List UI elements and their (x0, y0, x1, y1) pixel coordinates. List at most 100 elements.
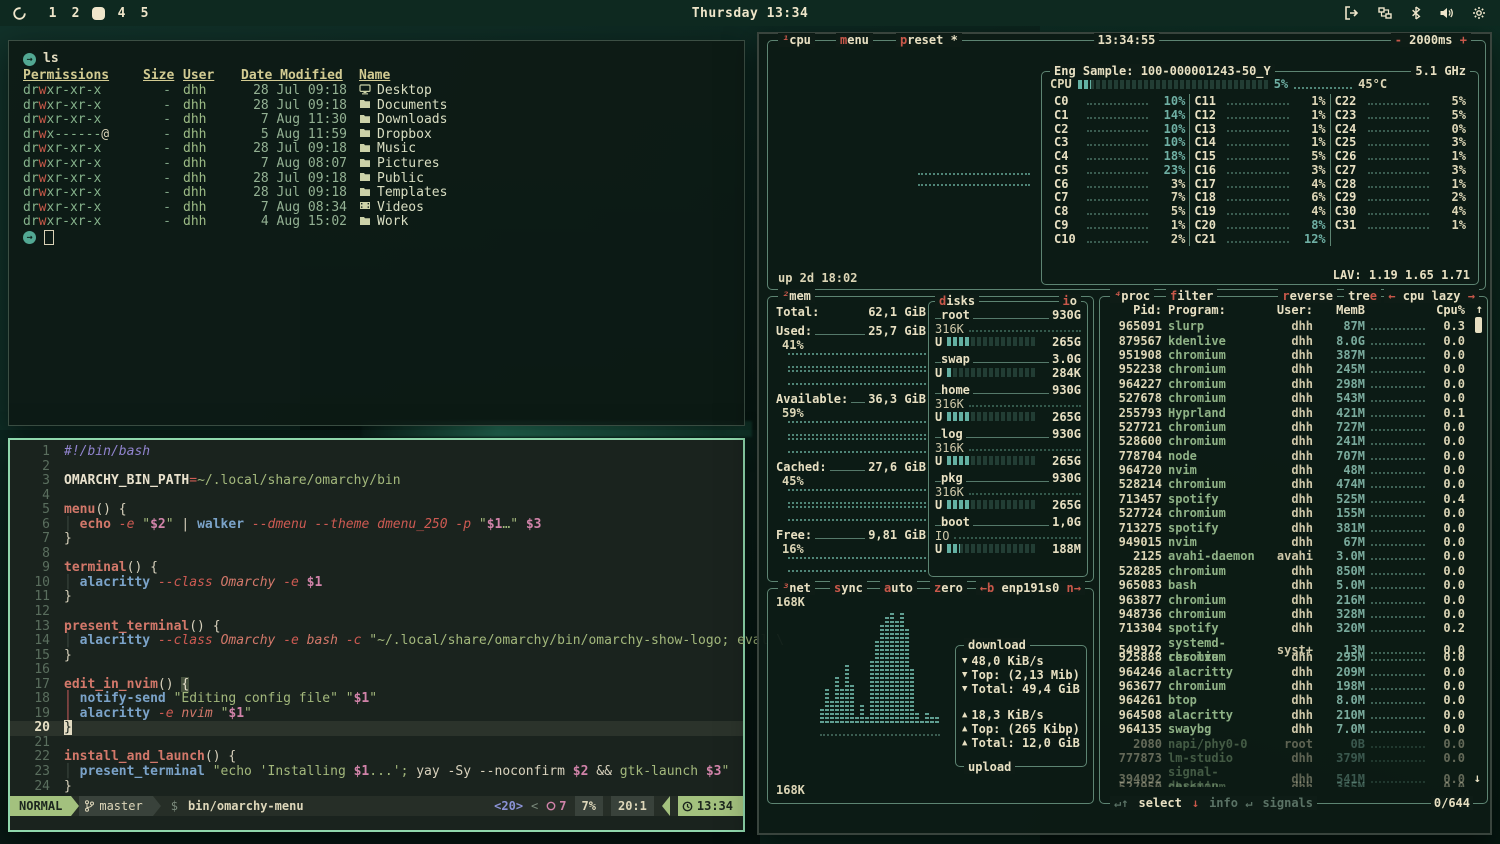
code-line[interactable]: 6│ echo -e "$2" | walker --dmenu --theme… (10, 518, 743, 533)
col-header-pid[interactable]: Pid: (1106, 303, 1162, 317)
proc-row[interactable]: 948736chromiumdhh328M0.0 (1106, 607, 1483, 621)
code-line[interactable]: 8 (10, 547, 743, 562)
code-line[interactable]: 20} (10, 721, 743, 736)
proc-row[interactable]: 963677chromiumdhh198M0.0 (1106, 679, 1483, 693)
info-action[interactable]: info ↵ (1209, 796, 1252, 810)
scroll-up-arrow[interactable]: ↑ (1476, 302, 1483, 316)
io-title[interactable]: io (1059, 294, 1081, 308)
proc-row[interactable]: 925888chromiumdhh295M0.0 (1106, 650, 1483, 664)
signals-action[interactable]: signals (1262, 796, 1313, 810)
logout-icon[interactable] (1344, 6, 1359, 20)
proc-row[interactable]: 528285chromiumdhh850M0.0 (1106, 564, 1483, 578)
proc-user: dhh (1265, 722, 1313, 736)
code-line[interactable]: 13present_terminal() { (10, 620, 743, 635)
proc-row[interactable]: 964227chromiumdhh298M0.0 (1106, 377, 1483, 391)
volume-icon[interactable] (1439, 6, 1454, 20)
proc-row[interactable]: 778704nodedhh707M0.0 (1106, 449, 1483, 463)
code-line[interactable]: 11} (10, 590, 743, 605)
proc-row[interactable]: 528214chromiumdhh474M0.0 (1106, 477, 1483, 491)
upload-arrow-icon: ▲ (962, 738, 967, 748)
proc-row[interactable]: 964246alacrittydhh209M0.0 (1106, 664, 1483, 678)
code-line[interactable]: 21 (10, 736, 743, 751)
code-line[interactable]: 10│ alacritty --class Omarchy -e $1 (10, 576, 743, 591)
proc-row[interactable]: 528600chromiumdhh241M0.0 (1106, 434, 1483, 448)
proc-row[interactable]: 963877chromiumdhh216M0.0 (1106, 592, 1483, 606)
proc-row[interactable]: 713457spotifydhh525M0.4 (1106, 492, 1483, 506)
proc-row[interactable]: 964261btopdhh8.0M0.0 (1106, 693, 1483, 707)
disk-io-value: 316K (935, 485, 964, 499)
proc-row[interactable]: 951908chromiumdhh387M0.0 (1106, 348, 1483, 362)
code-line[interactable]: 4 (10, 489, 743, 504)
proc-row[interactable]: 949015nvimdhh67M0.0 (1106, 535, 1483, 549)
proc-row[interactable]: 2080napi/phy0-0root0B0.0 (1106, 736, 1483, 750)
nvim-window[interactable]: 1#!/bin/bash23OMARCHY_BIN_PATH=~/.local/… (8, 438, 745, 832)
preset-button[interactable]: preset * (896, 33, 962, 47)
code-line[interactable]: 18│ notify-send "Editing config file" "$… (10, 692, 743, 707)
code-line[interactable]: 23│ present_terminal "echo 'Installing $… (10, 765, 743, 780)
proc-row[interactable]: 964508alacrittydhh210M0.0 (1106, 708, 1483, 722)
proc-row[interactable]: 527678chromiumdhh543M0.0 (1106, 391, 1483, 405)
proc-sort-selector[interactable]: ← cpu lazy → (1384, 289, 1479, 303)
net-interface-switcher[interactable]: ←b enp191s0 n→ (976, 581, 1085, 595)
net-sync-toggle[interactable]: sync (830, 581, 867, 595)
col-header-cpu[interactable]: Cpu% (1431, 303, 1465, 317)
proc-reverse-toggle[interactable]: reverse (1278, 289, 1337, 303)
core-name: C16 (1194, 163, 1222, 177)
col-header-memb[interactable]: MemB (1319, 303, 1365, 317)
code-line[interactable]: 19│ alacritty -e nvim "$1" (10, 707, 743, 722)
code-line[interactable]: 5menu() { (10, 503, 743, 518)
proc-row[interactable]: 777873lm-studiodhh379M0.0 (1106, 751, 1483, 765)
btop-window[interactable]: ¹cpu menu preset * 13:34:55 - 2000ms + u… (757, 32, 1492, 835)
proc-row[interactable]: 952238chromiumdhh245M0.0 (1106, 362, 1483, 376)
proc-row[interactable]: 964135swaybgdhh7.0M0.0 (1106, 722, 1483, 736)
code-line[interactable]: 9terminal() { (10, 561, 743, 576)
disk-io-value: 316K (935, 441, 964, 455)
user-cell: dhh (183, 172, 229, 187)
proc-tree-toggle[interactable]: tree (1344, 289, 1381, 303)
uptime-label: up 2d 18:02 (778, 271, 857, 285)
select-action[interactable]: select (1138, 796, 1181, 810)
proc-cpu-percent: 0.3 (1431, 319, 1465, 333)
core-usage-graph (1087, 97, 1148, 105)
update-interval-control[interactable]: - 2000ms + (1391, 33, 1471, 47)
proc-row[interactable]: 527721chromiumdhh727M0.0 (1106, 420, 1483, 434)
net-auto-toggle[interactable]: auto (880, 581, 917, 595)
bluetooth-icon[interactable] (1411, 6, 1421, 20)
code-line[interactable]: 2 (10, 460, 743, 475)
code-line[interactable]: 15} (10, 649, 743, 664)
proc-row[interactable]: 527950chromiumdhh355M0.0 (1106, 780, 1483, 788)
core-row: C273% (1335, 163, 1466, 177)
prompt-row-empty[interactable]: → (23, 230, 744, 246)
proc-row[interactable]: 549972systemd-resolvesyst+13M0.0 (1106, 636, 1483, 650)
proc-row[interactable]: 964720nvimdhh48M0.0 (1106, 463, 1483, 477)
code-line[interactable]: 12 (10, 605, 743, 620)
terminal-window-ls[interactable]: → ls Permissions Size User Date Modified… (8, 40, 745, 426)
proc-filter-button[interactable]: filter (1166, 289, 1217, 303)
proc-row[interactable]: 2125avahi-daemonavahi3.0M0.0 (1106, 549, 1483, 563)
mem-usage-graph (788, 370, 926, 385)
proc-row[interactable]: 965083bashdhh5.0M0.0 (1106, 578, 1483, 592)
proc-row[interactable]: 713304spotifydhh320M0.2 (1106, 621, 1483, 635)
proc-row[interactable]: 255793Hyprlanddhh421M0.1 (1106, 405, 1483, 419)
code-line[interactable]: 24} (10, 780, 743, 795)
net-zero-toggle[interactable]: zero (930, 581, 967, 595)
code-line[interactable]: 3OMARCHY_BIN_PATH=~/.local/share/omarchy… (10, 474, 743, 489)
col-header-program[interactable]: Program: (1168, 303, 1259, 317)
scroll-down-arrow[interactable]: ↓ (1474, 771, 1481, 785)
proc-row[interactable]: 527724chromiumdhh155M0.0 (1106, 506, 1483, 520)
code-line[interactable]: 22install_and_launch() { (10, 750, 743, 765)
code-line[interactable]: 1#!/bin/bash (10, 445, 743, 460)
network-icon[interactable] (1377, 6, 1393, 20)
settings-gear-icon[interactable] (1472, 6, 1486, 20)
proc-row[interactable]: 394092signal-desktopdhh541M0.0 (1106, 765, 1483, 779)
disks-title[interactable]: disks (935, 294, 979, 308)
code-line[interactable]: 16 (10, 663, 743, 678)
code-line[interactable]: 14│ alacritty --class Omarchy -e bash -c… (10, 634, 743, 649)
proc-row[interactable]: 879567kdenlivedhh8.0G0.0 (1106, 333, 1483, 347)
col-header-user[interactable]: User: (1265, 303, 1313, 317)
proc-row[interactable]: 965091slurpdhh87M0.3 (1106, 319, 1483, 333)
code-line[interactable]: 7} (10, 532, 743, 547)
proc-row[interactable]: 713275spotifydhh381M0.0 (1106, 520, 1483, 534)
menu-button[interactable]: menu (836, 33, 873, 47)
disks-panel: disks io root930G316KU265Gswap3.0GU284Kh… (928, 301, 1088, 577)
